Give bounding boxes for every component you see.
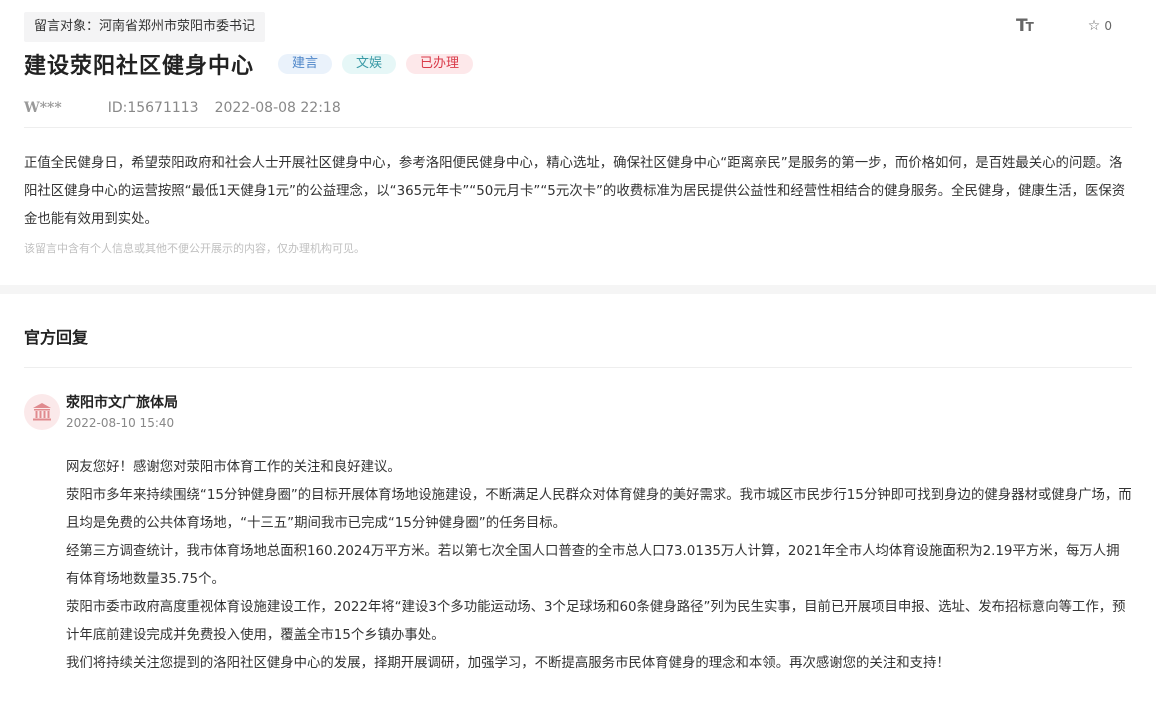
tag-culture: 文娱	[342, 54, 397, 74]
government-building-icon	[24, 394, 60, 430]
message-id: ID:15671113	[107, 100, 199, 116]
message-section: 留言对象：河南省郑州市荥阳市委书记 TT ☆ 0 建设荥阳社区健身中心 建言 文…	[0, 0, 1156, 285]
official-reply-section: 官方回复 荥阳市文广旅体局 2022-08-10 15:40 网友您好！感谢您对…	[0, 294, 1156, 715]
divider	[24, 127, 1132, 128]
reply-paragraph: 网友您好！感谢您对荥阳市体育工作的关注和良好建议。	[66, 460, 401, 475]
privacy-note: 该留言中含有个人信息或其他不便公开展示的内容，仅办理机构可见。	[24, 242, 365, 255]
reply-paragraph: 经第三方调查统计，我市体育场地总面积160.2024万平方米。若以第七次全国人口…	[66, 544, 1120, 587]
message-datetime: 2022-08-08 22:18	[214, 100, 341, 116]
reply-datetime: 2022-08-10 15:40	[66, 416, 175, 430]
reply-content: 网友您好！感谢您对荥阳市体育工作的关注和良好建议。 荥阳市多年来持续围绕“15分…	[66, 454, 1132, 678]
toolbar: TT ☆ 0	[1016, 16, 1112, 36]
reply-paragraph: 荥阳市多年来持续围绕“15分钟健身圈”的目标开展体育场地设施建设，不断满足人民群…	[66, 488, 1132, 531]
title-row: 建设荥阳社区健身中心 建言 文娱 已办理	[24, 48, 474, 80]
status-badge: 已办理	[406, 54, 474, 74]
section-gap	[0, 285, 1156, 294]
divider	[24, 367, 1132, 368]
star-icon: ☆	[1087, 18, 1101, 34]
star-count: 0	[1104, 19, 1112, 33]
reply-paragraph: 我们将持续关注您提到的洛阳社区健身中心的发展，择期开展调研，加强学习，不断提高服…	[66, 656, 950, 671]
reply-org-name: 荥阳市文广旅体局	[66, 395, 178, 411]
font-size-icon[interactable]: TT	[1016, 16, 1034, 36]
reply-section-title: 官方回复	[24, 328, 89, 347]
author-name: W***	[24, 100, 62, 116]
message-target: 留言对象：河南省郑州市荥阳市委书记	[24, 12, 266, 42]
page-title: 建设荥阳社区健身中心	[24, 53, 255, 79]
message-content: 正值全民健身日，希望荥阳政府和社会人士开展社区健身中心，参考洛阳便民健身中心，精…	[24, 156, 1126, 227]
reply-paragraph: 荥阳市委市政府高度重视体育设施建设工作，2022年将“建设3个多功能运动场、3个…	[66, 600, 1126, 643]
message-meta: W*** ID:15671113 2022-08-08 22:18	[24, 100, 341, 116]
tag-suggestion: 建言	[278, 54, 333, 74]
favorite-button[interactable]: ☆ 0	[1088, 18, 1112, 34]
